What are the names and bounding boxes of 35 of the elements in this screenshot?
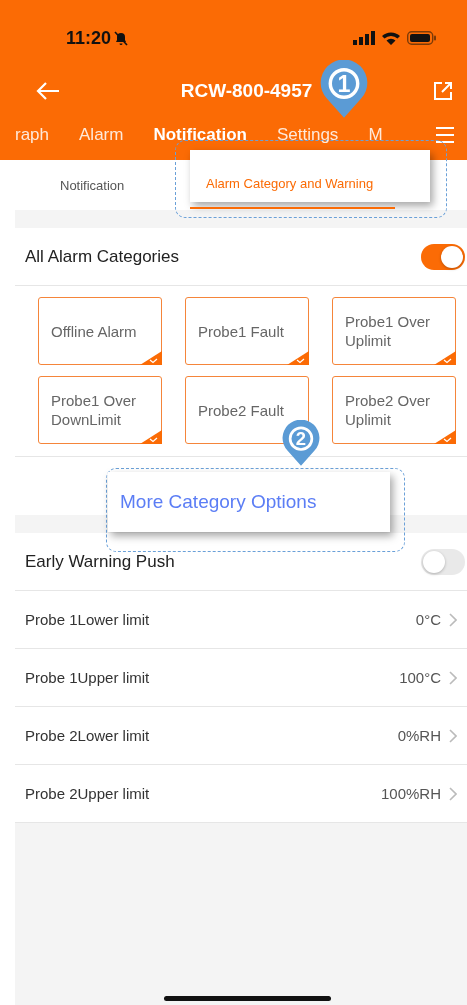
limit-row[interactable]: Probe 1Upper limit 100°C bbox=[15, 649, 467, 707]
signal-icon bbox=[353, 31, 375, 45]
sub-tab[interactable]: Notification bbox=[15, 177, 125, 193]
limit-row[interactable]: Probe 2Lower limit 0%RH bbox=[15, 707, 467, 765]
menu-icon[interactable] bbox=[435, 126, 455, 144]
limit-row[interactable]: Probe 1Lower limit 0°C bbox=[15, 591, 467, 649]
category-chip[interactable]: Probe1 Over Uplimit bbox=[332, 297, 456, 365]
device-title: RCW-800-4957 bbox=[180, 80, 313, 102]
more-options-link[interactable]: More Category Options bbox=[120, 491, 317, 513]
toggle-switch[interactable] bbox=[421, 243, 465, 270]
check-corner-icon bbox=[140, 430, 162, 444]
row-label: All Alarm Categories bbox=[25, 246, 179, 267]
chevron-right-icon bbox=[449, 728, 457, 743]
map-pin-marker: 1 bbox=[320, 60, 368, 118]
share-icon[interactable] bbox=[433, 81, 453, 101]
check-corner-icon bbox=[434, 430, 456, 444]
back-arrow-icon[interactable] bbox=[36, 81, 60, 101]
wifi-icon bbox=[381, 31, 401, 45]
chevron-right-icon bbox=[449, 786, 457, 801]
category-chip[interactable]: Probe1 Over DownLimit bbox=[38, 376, 162, 444]
check-corner-icon bbox=[140, 351, 162, 365]
row-label: Early Warning Push bbox=[25, 551, 175, 572]
map-pin-marker: 2 bbox=[282, 420, 320, 466]
chevron-right-icon bbox=[449, 670, 457, 685]
limit-row[interactable]: Probe 2Upper limit 100%RH bbox=[15, 765, 467, 823]
check-corner-icon bbox=[434, 351, 456, 365]
category-chip[interactable]: Probe2 Over Uplimit bbox=[332, 376, 456, 444]
toggle-switch[interactable] bbox=[421, 548, 465, 575]
bell-off-icon bbox=[114, 30, 129, 46]
chevron-right-icon bbox=[449, 612, 457, 627]
battery-icon bbox=[407, 31, 437, 45]
category-chip[interactable]: Probe1 Fault bbox=[185, 297, 309, 365]
category-chip[interactable]: Offline Alarm bbox=[38, 297, 162, 365]
status-time: 11:20 bbox=[66, 27, 112, 49]
check-corner-icon bbox=[287, 351, 309, 365]
